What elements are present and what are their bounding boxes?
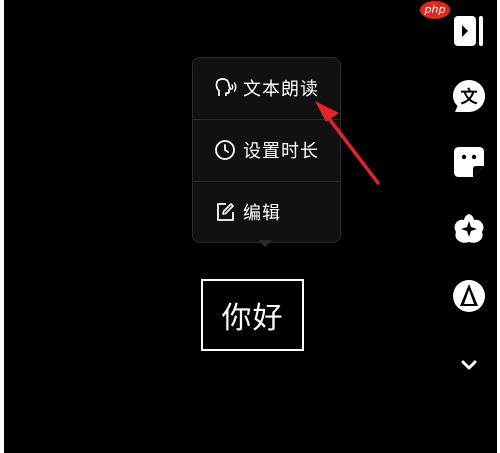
more-tools-button[interactable] [447,344,491,388]
text-bubble-icon: 文 [450,77,488,119]
split-icon [452,13,486,53]
sticker-icon [451,144,487,184]
text-tool-button[interactable]: 文 [447,76,491,120]
menu-item-set-duration[interactable]: 设置时长 [193,120,340,180]
effects-tool-button[interactable] [447,209,491,253]
menu-item-label: 编辑 [243,203,281,224]
chevron-down-icon [459,357,479,376]
split-tool-button[interactable] [447,11,491,55]
menu-item-label: 设置时长 [243,141,319,162]
menu-item-label: 文本朗读 [243,79,319,100]
text-context-menu: 文本朗读 设置时长 编辑 [192,57,341,243]
text-tool-glyph: 文 [461,87,479,108]
menu-item-text-to-speech[interactable]: 文本朗读 [193,58,340,118]
sticker-tool-button[interactable] [447,142,491,186]
clock-icon [212,137,238,163]
sparkle-icon [451,211,487,251]
watermark-logo: php [420,1,450,19]
menu-item-edit[interactable]: 编辑 [193,182,340,242]
head-speaking-icon [212,75,238,101]
selected-text-element[interactable]: 你好 [201,279,304,351]
filter-icon [451,278,487,318]
edit-icon [212,199,238,225]
filter-tool-button[interactable] [447,276,491,320]
menu-pointer [258,240,272,247]
video-editor-screen: php 文本朗读 设置时长 编辑 你好 文 [4,0,497,453]
